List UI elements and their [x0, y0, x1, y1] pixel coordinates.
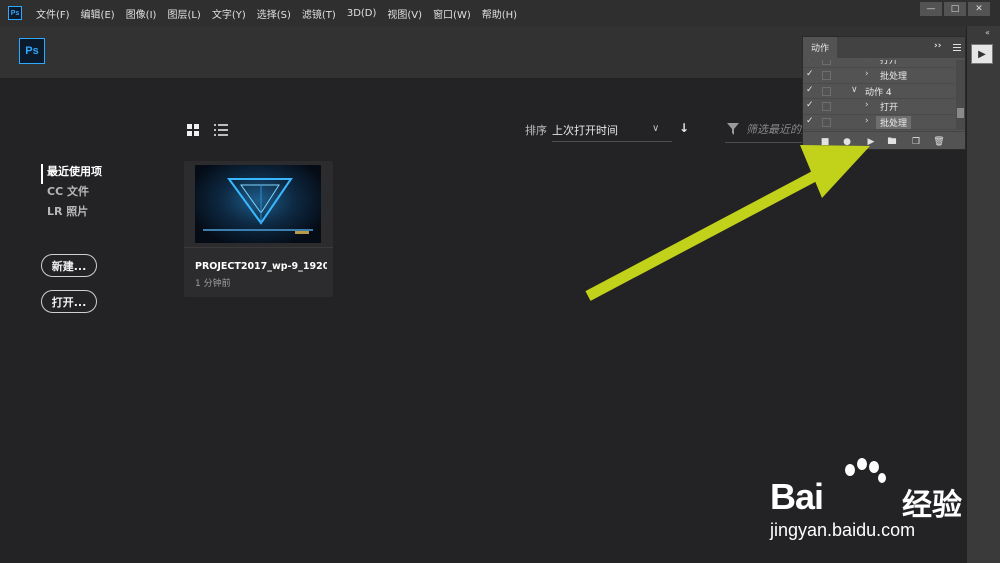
watermark-brand: Bai: [770, 476, 824, 517]
watermark-brand-suffix: 经验: [902, 488, 962, 523]
baidu-watermark: Bai 经验 jingyan.baidu.com: [770, 458, 970, 553]
baidu-paw-logo: [845, 458, 886, 483]
watermark-url: jingyan.baidu.com: [770, 520, 916, 540]
